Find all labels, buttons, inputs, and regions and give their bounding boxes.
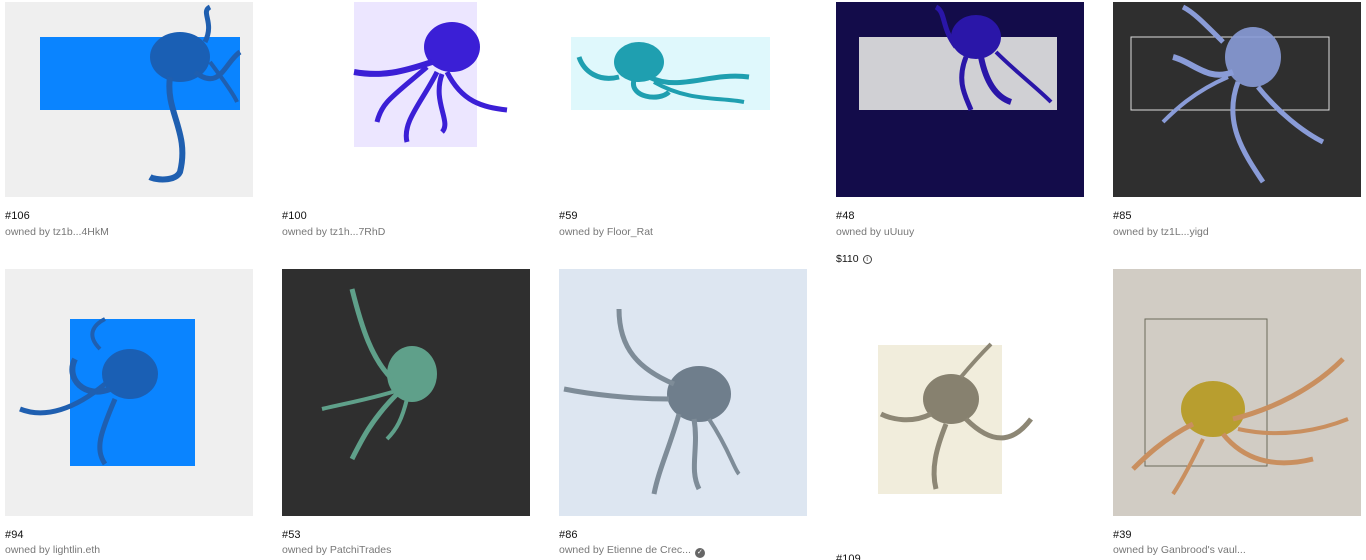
artwork-thumbnail[interactable]	[282, 2, 530, 197]
owner-name[interactable]: owned by Etienne de Crec...	[559, 544, 691, 556]
verified-check-icon: ✓	[694, 548, 705, 558]
nft-card-100[interactable]: #100 owned by tz1h...7RhD	[282, 2, 530, 242]
artwork-thumbnail[interactable]	[282, 269, 530, 516]
nft-card-48[interactable]: #48 owned by uUuuy $110 i	[836, 2, 1084, 265]
owner-label[interactable]: owned by tz1L...yigd	[1113, 226, 1209, 238]
nft-card-106[interactable]: #106 owned by tz1b...4HkM	[5, 2, 253, 242]
owner-label[interactable]: owned by PatchiTrades	[282, 544, 391, 556]
octopus-artwork-image	[19, 317, 195, 466]
octopus-artwork-image	[571, 37, 770, 110]
owner-label[interactable]: owned by Etienne de Crec... ✓	[559, 544, 705, 558]
nft-card-109[interactable]: #109	[836, 269, 1084, 560]
price-label: $110 i	[836, 253, 872, 265]
artwork-title[interactable]: #109	[836, 553, 861, 560]
owner-label[interactable]: owned by Floor_Rat	[559, 226, 653, 238]
owner-label[interactable]: owned by tz1h...7RhD	[282, 226, 385, 238]
artwork-title[interactable]: #106	[5, 210, 30, 222]
artwork-title[interactable]: #85	[1113, 210, 1132, 222]
octopus-artwork-image	[1130, 4, 1330, 184]
artwork-title[interactable]: #39	[1113, 529, 1132, 541]
octopus-artwork-image	[353, 2, 508, 147]
artwork-title[interactable]: #59	[559, 210, 578, 222]
artwork-thumbnail[interactable]	[1113, 269, 1361, 516]
artwork-thumbnail[interactable]	[5, 269, 253, 516]
octopus-artwork-image	[1131, 318, 1349, 496]
nft-card-86[interactable]: #86 owned by Etienne de Crec... ✓	[559, 269, 807, 560]
artwork-title[interactable]: #86	[559, 529, 578, 541]
owner-label[interactable]: owned by tz1b...4HkM	[5, 226, 109, 238]
artwork-thumbnail[interactable]	[5, 2, 253, 197]
nft-card-94[interactable]: #94 owned by lightlin.eth	[5, 269, 253, 560]
artwork-title[interactable]: #53	[282, 529, 301, 541]
artwork-thumbnail[interactable]	[559, 2, 807, 197]
artwork-title[interactable]: #94	[5, 529, 24, 541]
artwork-title[interactable]: #100	[282, 210, 307, 222]
nft-card-59[interactable]: #59 owned by Floor_Rat	[559, 2, 807, 242]
octopus-artwork-image	[321, 288, 437, 461]
nft-card-85[interactable]: #85 owned by tz1L...yigd	[1113, 2, 1361, 242]
nft-card-53[interactable]: #53 owned by PatchiTrades	[282, 269, 530, 560]
artwork-thumbnail[interactable]	[836, 269, 1084, 549]
info-icon[interactable]: i	[862, 254, 872, 264]
artwork-thumbnail[interactable]	[1113, 2, 1361, 197]
artwork-thumbnail[interactable]	[559, 269, 807, 516]
octopus-artwork-image	[878, 342, 1033, 494]
artwork-thumbnail[interactable]	[836, 2, 1084, 197]
artwork-title[interactable]: #48	[836, 210, 855, 222]
octopus-artwork-image	[563, 308, 741, 495]
price-value: $110	[836, 253, 859, 265]
owner-label[interactable]: owned by Ganbrood's vaul...	[1113, 544, 1246, 556]
octopus-artwork-image	[859, 4, 1057, 111]
octopus-artwork-image	[40, 4, 242, 183]
nft-card-39[interactable]: #39 owned by Ganbrood's vaul...	[1113, 269, 1361, 560]
owner-label[interactable]: owned by uUuuy	[836, 226, 914, 238]
owner-label[interactable]: owned by lightlin.eth	[5, 544, 100, 556]
